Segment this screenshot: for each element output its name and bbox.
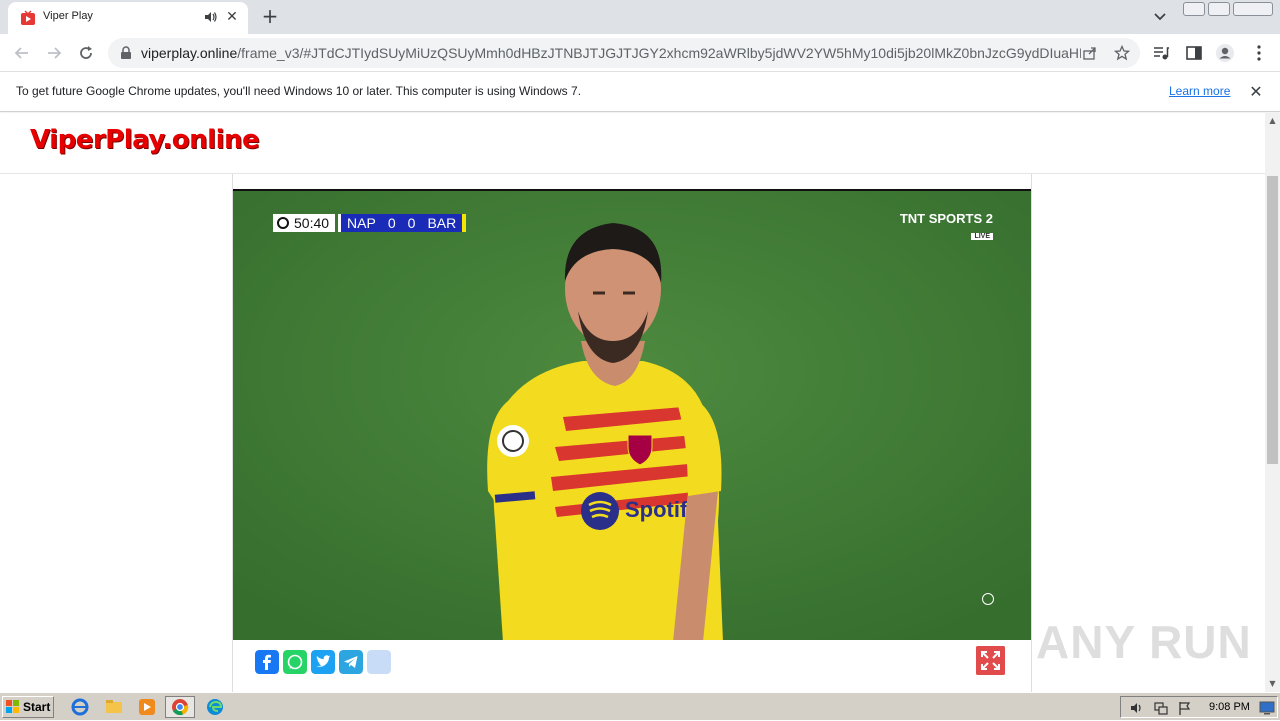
match-clock: 50:40 [273,214,336,232]
infobar-message: To get future Google Chrome updates, you… [16,84,582,98]
tab-strip: Viper Play ✕ + [0,0,1280,34]
reload-icon[interactable] [76,43,96,63]
url-path: /frame_v3/#JTdCJTIydSUyMiUzQSUyMmh0dHBzJ… [237,45,1081,61]
close-window-button[interactable] [1233,2,1273,16]
browser-tab[interactable]: Viper Play ✕ [8,2,248,34]
bookmark-star-icon[interactable] [1114,45,1130,61]
share-page-icon[interactable] [1082,45,1098,61]
taskbar-clock[interactable]: 9:08 PM [1209,701,1250,713]
clock-text: 50:40 [294,215,330,231]
live-badge: LIVE [971,233,993,240]
volume-icon[interactable] [1129,700,1145,716]
start-label: Start [23,700,51,714]
edge-icon[interactable] [205,697,225,717]
chrome-icon [172,699,189,716]
site-header: ViperPlay.online [0,113,1265,174]
url-text[interactable]: viperplay.online/frame_v3/#JTdCJTIydSUyM… [141,45,1081,61]
restore-button[interactable] [1208,2,1230,16]
learn-more-link[interactable]: Learn more [1169,84,1230,98]
page-scrollbar[interactable]: ▲ ▼ [1265,113,1280,692]
network-icon[interactable] [1153,700,1169,716]
away-team: BAR [427,215,457,231]
start-button[interactable]: Start [2,696,54,718]
site-logo[interactable]: ViperPlay.online [30,125,260,155]
windows-taskbar: Start 9:08 PM [0,692,1280,720]
channel-name: TNT SPORTS 2 [899,211,993,226]
browser-toolbar: viperplay.online/frame_v3/#JTdCJTIydSUyM… [0,34,1280,72]
media-control-icon[interactable] [1151,43,1171,63]
score-panel: NAP 0 0 BAR [338,214,463,232]
show-desktop-icon[interactable] [1259,700,1275,716]
internet-explorer-icon[interactable] [70,697,90,717]
away-score: 0 [407,215,416,231]
system-tray: 9:08 PM [1120,696,1278,718]
close-infobar-icon[interactable]: ✕ [1247,83,1265,101]
chrome-taskbar-button[interactable] [165,696,195,718]
new-tab-button[interactable]: + [258,5,282,29]
channel-logo: TNT SPORTS 2 LIVE [900,211,993,241]
scroll-down-icon[interactable]: ▼ [1268,679,1277,688]
close-tab-icon[interactable]: ✕ [224,9,240,25]
side-panel-icon[interactable] [1184,43,1204,63]
windows-logo-icon [6,700,19,713]
home-team: NAP [347,215,376,231]
twitter-icon[interactable] [311,650,335,674]
speaker-icon[interactable] [204,10,218,24]
fullscreen-icon[interactable] [976,646,1005,675]
url-host: viperplay.online [141,45,238,61]
update-infobar: To get future Google Chrome updates, you… [0,72,1280,112]
address-bar[interactable]: viperplay.online/frame_v3/#JTdCJTIydSUyM… [108,38,1140,68]
back-icon[interactable] [12,43,32,63]
profile-avatar-icon[interactable] [1215,43,1235,63]
minimize-button[interactable] [1183,2,1205,16]
web-page: ViperPlay.online Spotify 50:40 NAP 0 0 B… [0,113,1265,692]
scroll-thumb[interactable] [1267,176,1278,464]
share-icon[interactable] [367,650,391,674]
cursor-ring-icon [982,593,994,605]
viperplay-favicon-icon [21,10,35,25]
whatsapp-icon[interactable] [283,650,307,674]
media-player-icon[interactable] [137,697,157,717]
file-explorer-icon[interactable] [104,697,124,717]
football-icon [277,217,289,229]
tab-title: Viper Play [43,10,93,22]
lock-icon[interactable] [120,46,132,60]
forward-icon[interactable] [44,43,64,63]
video-frame-image: Spotify [233,191,1031,640]
scorebug: 50:40 NAP 0 0 BAR [273,213,467,233]
scorebug-accent [462,214,467,232]
home-score: 0 [387,215,396,231]
video-player[interactable]: Spotify 50:40 NAP 0 0 BAR TNT SPORTS 2 L… [233,189,1031,640]
anyrun-watermark: ANY RUN [1036,616,1252,668]
facebook-icon[interactable] [255,650,279,674]
action-center-flag-icon[interactable] [1177,700,1193,716]
telegram-icon[interactable] [339,650,363,674]
scroll-up-icon[interactable]: ▲ [1268,116,1277,125]
kebab-menu-icon[interactable] [1249,43,1269,63]
chevron-down-icon[interactable] [1150,8,1170,26]
share-bar [255,650,391,674]
